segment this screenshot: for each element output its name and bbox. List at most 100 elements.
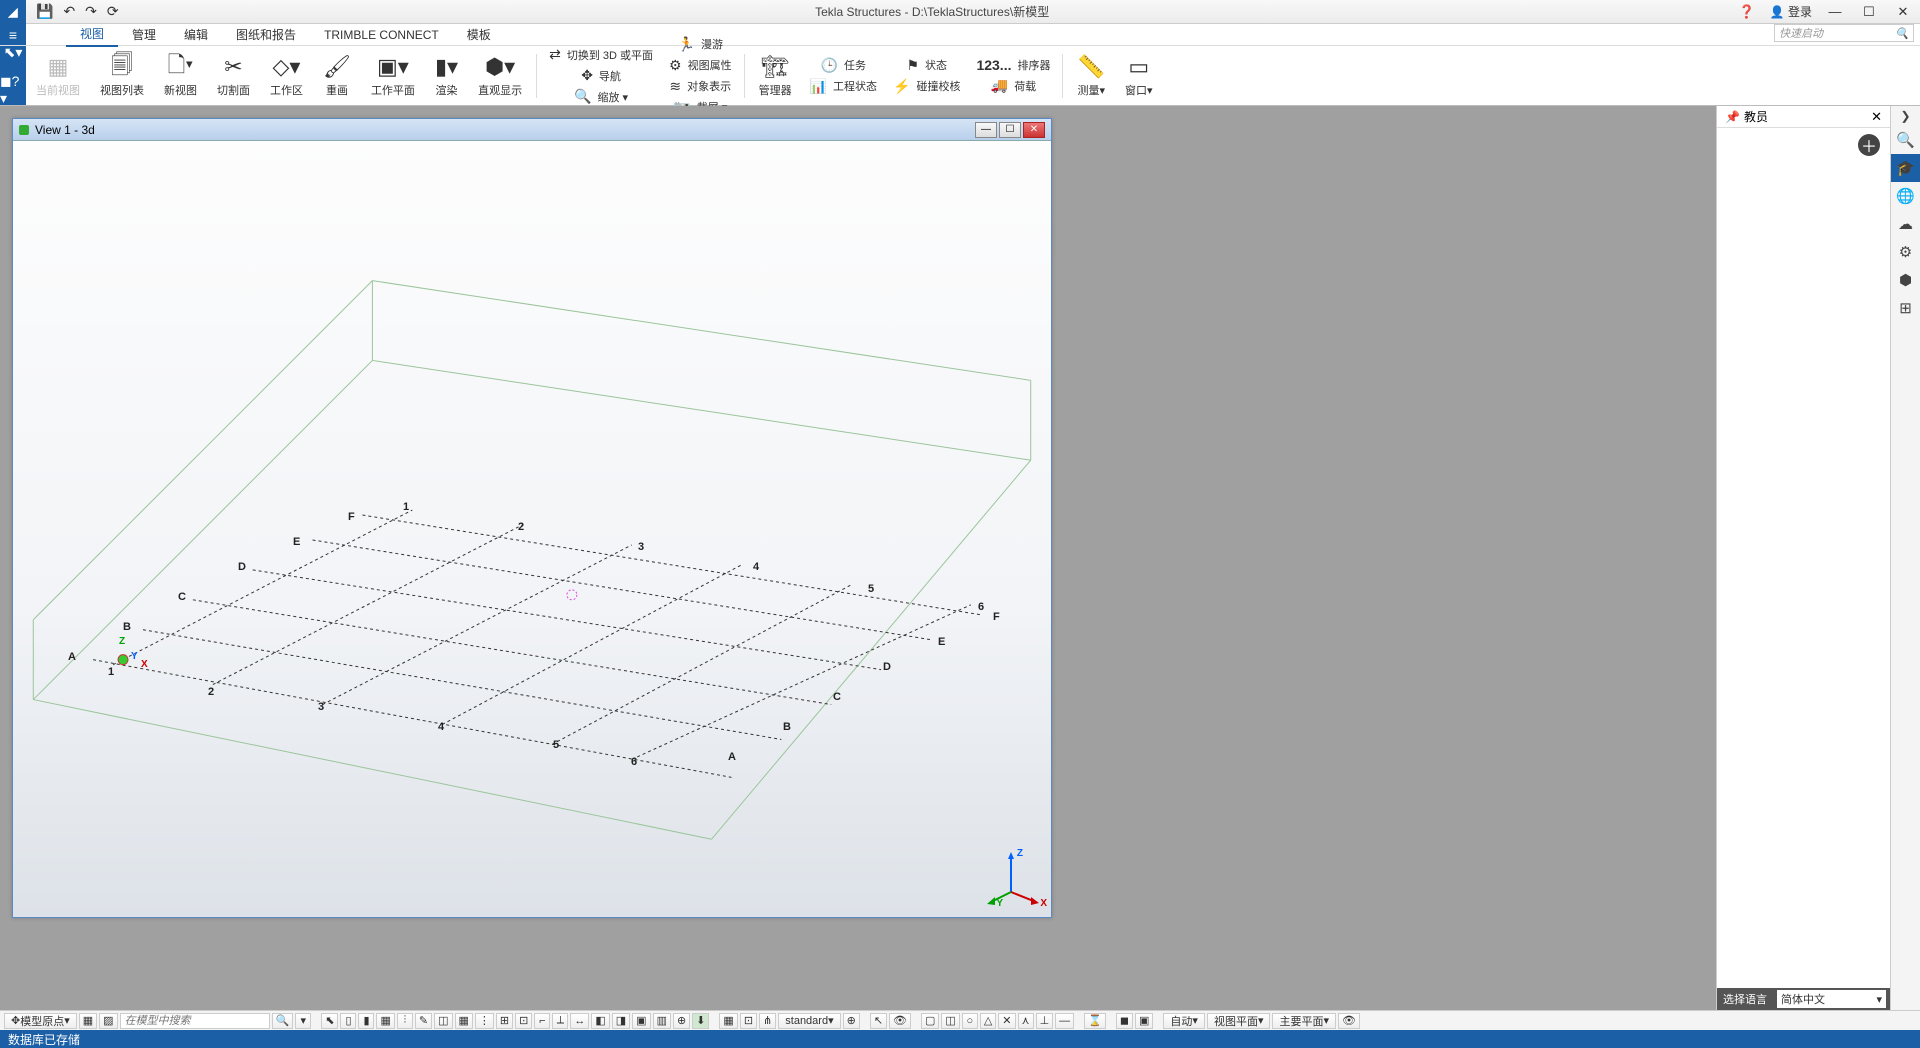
search-menu-icon[interactable]: ▾ (295, 1013, 311, 1029)
strip-search-icon[interactable]: 🔍 (1891, 126, 1920, 154)
model-search-input[interactable] (120, 1013, 270, 1029)
maximize-icon[interactable]: ☐ (1858, 4, 1880, 20)
sel-10[interactable]: ⊡ (515, 1013, 532, 1029)
work-area-button[interactable]: ◇▾工作区 (260, 50, 313, 102)
render-button[interactable]: ▮▾渲染 (425, 50, 468, 102)
auto-dropdown[interactable]: 自动 ▾ (1163, 1013, 1205, 1029)
strip-globe-icon[interactable]: 🌐 (1891, 182, 1920, 210)
view-plane-dropdown[interactable]: 视图平面 ▾ (1207, 1013, 1271, 1029)
sel-24[interactable]: ↖ (870, 1013, 887, 1029)
language-select[interactable]: 简体中文▾ (1777, 990, 1886, 1008)
save-icon[interactable]: 💾 (36, 3, 53, 20)
login-button[interactable]: 👤 登录 (1770, 3, 1812, 20)
view-props-button[interactable]: ⚙视图属性 (661, 55, 740, 76)
snap-a[interactable]: ▢ (921, 1013, 939, 1029)
status-button[interactable]: ⚑状态 (885, 55, 968, 76)
view-close-icon[interactable]: ✕ (1023, 122, 1045, 138)
sel-9[interactable]: ⊞ (496, 1013, 513, 1029)
redo-icon[interactable]: ↷ (85, 3, 97, 20)
sel-18[interactable]: ⊕ (673, 1013, 690, 1029)
side-panel-close-icon[interactable]: ✕ (1871, 109, 1882, 125)
sel-23[interactable]: ⊕ (843, 1013, 860, 1029)
switch-3d-button[interactable]: ⇄切换到 3D 或平面 (541, 44, 661, 65)
snap-h[interactable]: — (1055, 1013, 1074, 1029)
strip-expand-icon[interactable]: ❯ (1891, 106, 1920, 126)
main-plane-dropdown[interactable]: 主要平面 ▾ (1272, 1013, 1336, 1029)
search-go-icon[interactable]: 🔍 (272, 1013, 294, 1029)
sel-21[interactable]: ⊡ (740, 1013, 757, 1029)
sel-25[interactable]: 👁 (889, 1013, 911, 1029)
minimize-icon[interactable]: — (1824, 4, 1846, 19)
sel-16[interactable]: ▣ (632, 1013, 650, 1029)
close-icon[interactable]: ✕ (1892, 4, 1914, 20)
window-button[interactable]: ▭窗口▾ (1115, 50, 1163, 102)
sel-14[interactable]: ◧ (591, 1013, 609, 1029)
direct-display-button[interactable]: ⬢▾直观显示 (468, 50, 532, 102)
sel-22[interactable]: ⋔ (759, 1013, 776, 1029)
view-titlebar[interactable]: View 1 - 3d — ☐ ✕ (13, 119, 1051, 141)
snap-btn-2[interactable]: ▨ (99, 1013, 117, 1029)
strip-grid-icon[interactable]: ⊞ (1891, 294, 1920, 322)
snap-c[interactable]: ○ (962, 1013, 978, 1029)
view-minimize-icon[interactable]: — (975, 122, 997, 138)
object-rep-button[interactable]: ≋对象表示 (661, 76, 740, 97)
redraw-button[interactable]: 🖌重画 (313, 50, 361, 102)
sel-15[interactable]: ◨ (612, 1013, 630, 1029)
pin-icon[interactable]: 📌 (1725, 110, 1740, 124)
history-icon[interactable]: ⟳ (107, 3, 119, 20)
tab-trimble-connect[interactable]: TRIMBLE CONNECT (310, 25, 453, 45)
snap-b[interactable]: ◫ (941, 1013, 959, 1029)
strip-learn-icon[interactable]: 🎓 (1891, 154, 1920, 182)
sel-5[interactable]: ✎ (415, 1013, 432, 1029)
strip-cloud-icon[interactable]: ☁ (1891, 210, 1920, 238)
eye-toggle[interactable]: 👁 (1338, 1013, 1360, 1029)
sel-1[interactable]: ▯ (340, 1013, 356, 1029)
clash-button[interactable]: ⚡碰撞校核 (885, 76, 968, 97)
loads-button[interactable]: 🚚荷载 (968, 75, 1058, 96)
strip-settings-icon[interactable]: ⚙ (1891, 238, 1920, 266)
snap-g[interactable]: ⊥ (1036, 1013, 1054, 1029)
view-canvas[interactable]: A B C D E F A B C D E F 1 2 3 4 5 6 1 2 … (13, 141, 1051, 917)
proj-status-button[interactable]: 📊工程状态 (802, 76, 885, 97)
navigate-button[interactable]: ✥导航 (541, 65, 661, 86)
quick-launch-input[interactable]: 快速启动🔍 (1774, 24, 1914, 42)
snap-i[interactable]: ⌛ (1084, 1013, 1106, 1029)
sel-8[interactable]: ⋮ (475, 1013, 494, 1029)
sel-17[interactable]: ▥ (653, 1013, 671, 1029)
standard-dropdown[interactable]: standard ▾ (778, 1013, 840, 1029)
task-button[interactable]: 🕒任务 (802, 55, 885, 76)
hamburger-icon[interactable]: ≡ (0, 24, 26, 45)
view-maximize-icon[interactable]: ☐ (999, 122, 1021, 138)
sel-4[interactable]: ⫶ (397, 1013, 413, 1029)
sorter-button[interactable]: 123...排序器 (968, 55, 1058, 75)
snap-btn-1[interactable]: ▦ (79, 1013, 97, 1029)
sel-3[interactable]: ▦ (376, 1013, 394, 1029)
add-button[interactable]: ＋ (1858, 134, 1880, 156)
sel-7[interactable]: ▦ (455, 1013, 473, 1029)
tab-view[interactable]: 视图 (66, 22, 118, 47)
new-view-button[interactable]: 🗋▾新视图 (154, 50, 207, 102)
undo-icon[interactable]: ↶ (63, 3, 75, 20)
tab-template[interactable]: 模板 (453, 23, 505, 46)
manager-button[interactable]: 🏗管理器 (749, 50, 802, 102)
sel-pointer[interactable]: ⬉ (321, 1013, 338, 1029)
sel-19[interactable]: ⬇ (692, 1013, 709, 1029)
sel-2[interactable]: ▮ (358, 1013, 374, 1029)
tab-manage[interactable]: 管理 (118, 23, 170, 46)
sel-20[interactable]: ▦ (719, 1013, 737, 1029)
snap-e[interactable]: ✕ (998, 1013, 1015, 1029)
view-list-button[interactable]: 🗐视图列表 (90, 50, 154, 102)
sel-12[interactable]: ⟂ (552, 1013, 568, 1029)
roam-button[interactable]: 🏃漫游 (661, 34, 740, 55)
work-plane-button[interactable]: ▣▾工作平面 (361, 50, 425, 102)
help-icon[interactable]: ❓ (1736, 4, 1758, 20)
tab-edit[interactable]: 编辑 (170, 23, 222, 46)
zoom-button[interactable]: 🔍缩放 ▾ (541, 86, 661, 107)
clip-plane-button[interactable]: ✂切割面 (207, 50, 260, 102)
snap-k[interactable]: ▣ (1135, 1013, 1153, 1029)
measure-button[interactable]: 📏测量▾ (1067, 50, 1115, 102)
help-tool-icon[interactable]: ◼?▾ (0, 73, 26, 107)
snap-dropdown[interactable]: ✥ 模型原点 ▾ (4, 1013, 77, 1029)
sel-11[interactable]: ⌐ (534, 1013, 550, 1029)
snap-f[interactable]: ⋏ (1018, 1013, 1034, 1029)
